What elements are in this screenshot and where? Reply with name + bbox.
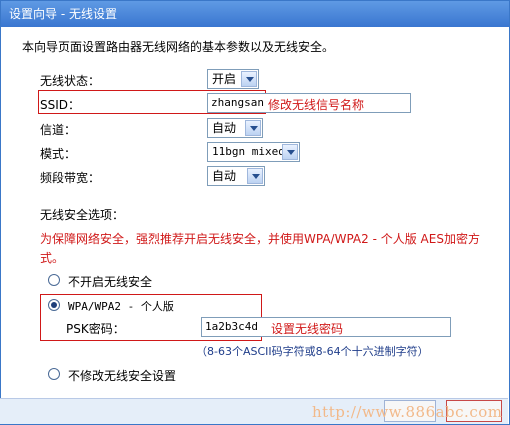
security-warning-line2: 式。 [40, 251, 65, 265]
window-title: 设置向导 - 无线设置 [1, 1, 509, 27]
chevron-down-icon [245, 120, 261, 136]
psk-annotation: 设置无线密码 [271, 322, 344, 336]
option-wpa-label: WPA/WPA2 - 个人版 [68, 300, 174, 313]
option-keep-security-label: 不修改无线安全设置 [68, 369, 177, 383]
wireless-status-label: 无线状态： [40, 74, 101, 88]
chevron-down-icon [247, 168, 263, 184]
channel-label: 信道： [40, 123, 77, 137]
ssid-annotation: 修改无线信号名称 [268, 98, 365, 112]
security-section-label: 无线安全选项： [40, 208, 125, 222]
watermark: http://www.886abc.com [312, 403, 503, 421]
channel-select[interactable]: 自动 [207, 118, 263, 138]
chevron-down-icon [241, 71, 257, 87]
mode-label: 模式： [40, 147, 77, 161]
radio-wpa-personal[interactable] [48, 299, 60, 311]
psk-input[interactable]: 1a2b3c4d 设置无线密码 [201, 317, 451, 337]
psk-hint: （8-63个ASCII码字符或8-64个十六进制字符） [196, 345, 429, 358]
ssid-input[interactable]: zhangsan 修改无线信号名称 [207, 93, 411, 113]
psk-label: PSK密码： [66, 322, 125, 336]
security-warning-line1: 为保障网络安全，强烈推荐开启无线安全，并使用WPA/WPA2 - 个人版 AES… [40, 232, 480, 246]
channel-value: 自动 [212, 121, 237, 135]
radio-security-off[interactable] [48, 274, 60, 286]
wireless-status-select[interactable]: 开启 [207, 69, 259, 89]
bandwidth-value: 自动 [212, 169, 237, 183]
chevron-down-icon [282, 144, 298, 160]
mode-value: 11bgn mixed [212, 145, 285, 158]
psk-value: 1a2b3c4d [205, 320, 258, 333]
wireless-status-value: 开启 [212, 72, 237, 86]
radio-keep-security[interactable] [48, 368, 60, 380]
bandwidth-select[interactable]: 自动 [207, 166, 265, 186]
bandwidth-label: 频段带宽： [40, 171, 101, 185]
intro-text: 本向导页面设置路由器无线网络的基本参数以及无线安全。 [22, 40, 335, 54]
mode-select[interactable]: 11bgn mixed [207, 142, 300, 162]
ssid-label: SSID： [40, 98, 81, 112]
ssid-value: zhangsan [211, 96, 264, 109]
option-security-off-label: 不开启无线安全 [68, 275, 153, 289]
